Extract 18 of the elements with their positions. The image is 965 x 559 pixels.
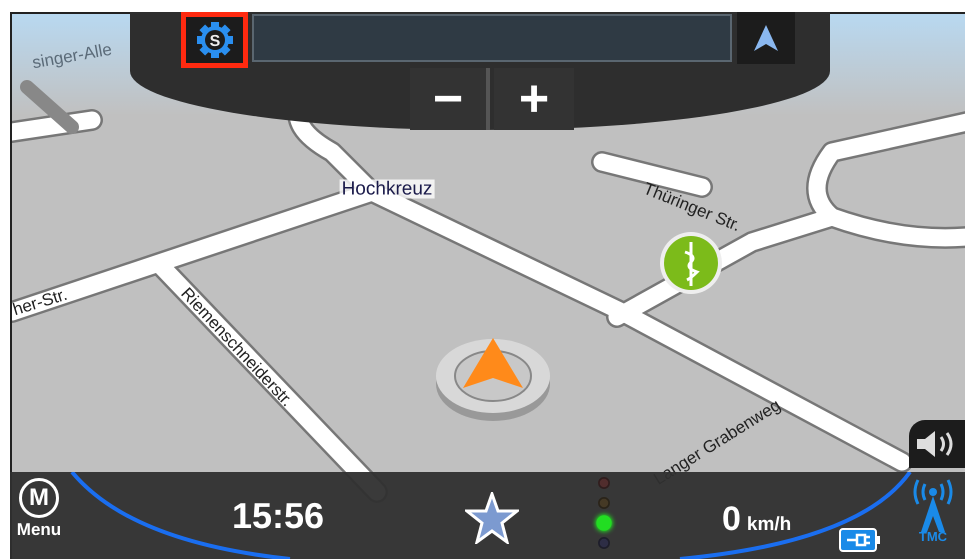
zoom-in-button[interactable]: +: [494, 68, 574, 130]
place-label: Hochkreuz: [340, 180, 434, 198]
menu-button[interactable]: M Menu: [12, 478, 66, 559]
battery-charging-icon: [839, 528, 881, 552]
settings-icon: S: [196, 21, 234, 59]
navigation-arrow-icon: [753, 24, 779, 52]
street-label: her-Str.: [10, 286, 70, 318]
street-label: singer-Alle: [30, 40, 114, 72]
speed-value: 0: [722, 502, 741, 536]
tmc-label: TMC: [918, 530, 948, 543]
clock-time: 15:56: [232, 498, 324, 534]
navigation-button[interactable]: [737, 12, 795, 64]
favorites-star-icon[interactable]: [465, 492, 519, 544]
search-field[interactable]: [252, 14, 732, 62]
settings-button[interactable]: S: [181, 12, 248, 68]
speed-unit: km/h: [746, 515, 792, 534]
volume-button[interactable]: [909, 420, 965, 468]
zoom-out-button[interactable]: −: [410, 68, 490, 130]
